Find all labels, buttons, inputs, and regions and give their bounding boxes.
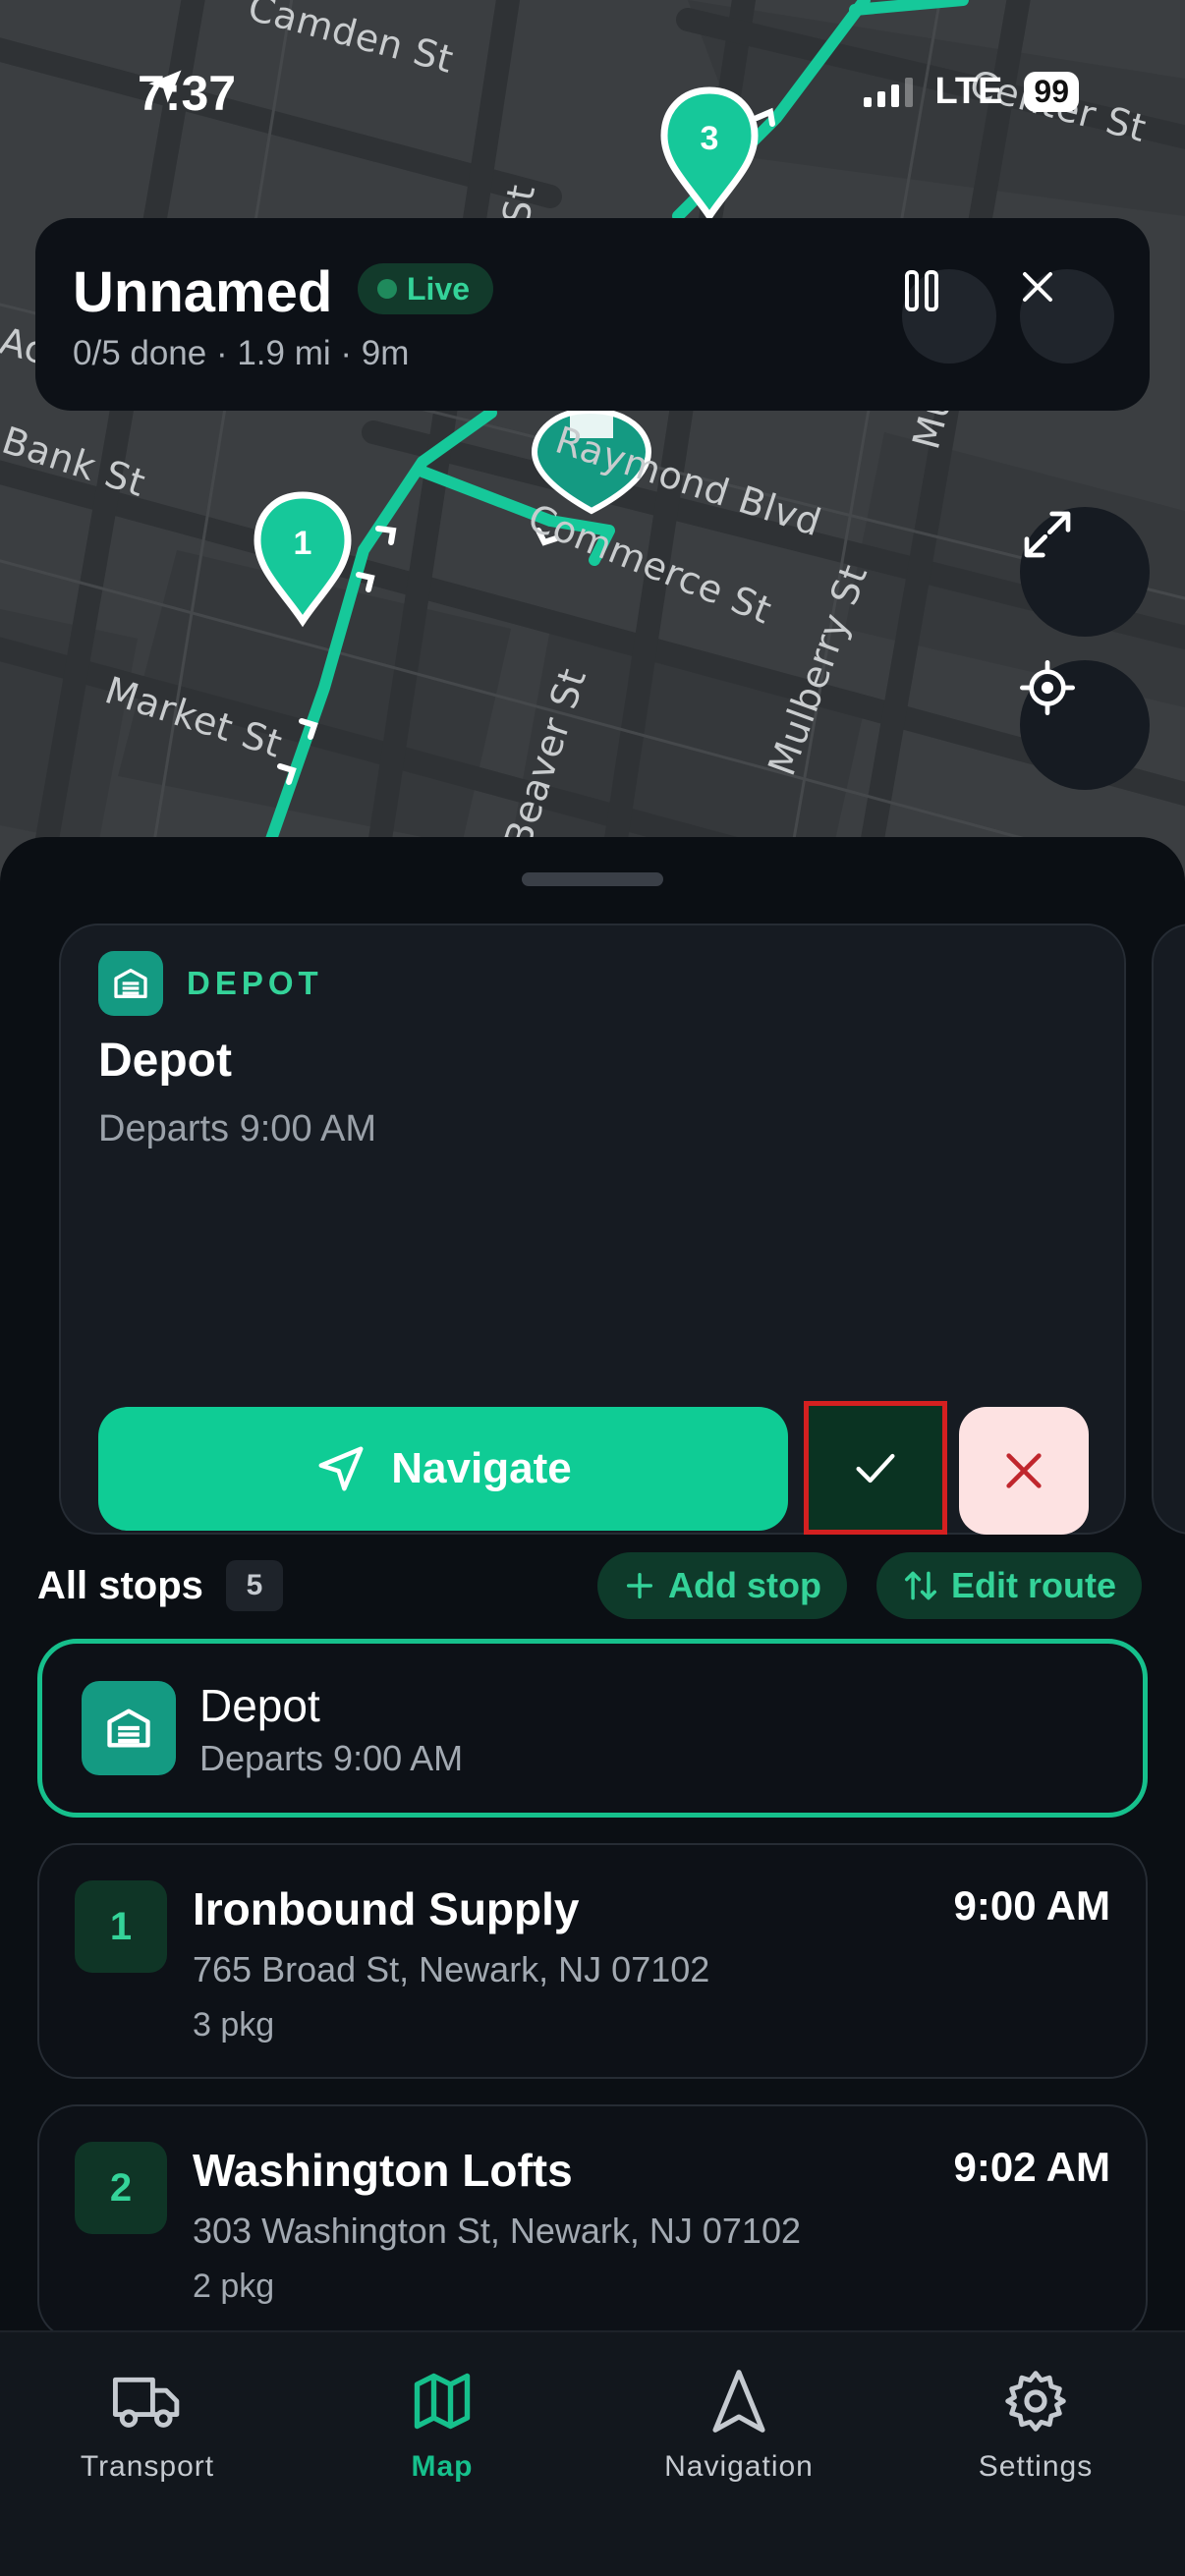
live-label: Live — [407, 271, 471, 307]
edit-route-button[interactable]: Edit route — [876, 1552, 1142, 1619]
close-icon — [1006, 1453, 1042, 1488]
stop-name: Washington Lofts — [193, 2145, 573, 2196]
app-root: Camden St Bank St Market St Raymond Blvd… — [0, 0, 1185, 2576]
tab-navigation[interactable]: Navigation — [621, 2362, 857, 2484]
stops-title: All stops — [37, 1564, 203, 1607]
stop-eta: 9:00 AM — [953, 1882, 1111, 1929]
crosshair-icon — [1020, 660, 1075, 715]
stop-address: 303 Washington St, Newark, NJ 07102 — [193, 2211, 801, 2251]
status-indicators: LTE 99 — [864, 71, 1079, 113]
trip-header-card: Unnamed Live 0/5 done · 1.9 mi · 9m — [35, 218, 1150, 411]
stop-list-item-depot[interactable]: Depot Departs 9:00 AM — [37, 1639, 1148, 1818]
stop-map-marker[interactable]: 1 — [252, 489, 354, 629]
gear-icon — [918, 2362, 1154, 2440]
stops-header: All stops 5 Add stop Edit route — [37, 1548, 1148, 1627]
stop-address: 765 Broad St, Newark, NJ 07102 — [193, 1949, 710, 1989]
stop-type-tag: DEPOT — [187, 965, 323, 1001]
skip-stop-button[interactable] — [959, 1407, 1089, 1535]
bottom-tab-bar: Transport Map Navigation Settings — [0, 2330, 1185, 2576]
tab-label: Settings — [978, 2450, 1094, 2483]
mark-done-button[interactable] — [804, 1401, 947, 1535]
bottom-sheet: DEPOT Depot Departs 9:00 AM Navigate All… — [0, 837, 1185, 2340]
stop-number-badge: 1 — [75, 1880, 167, 1973]
stop-name: Depot — [199, 1680, 320, 1731]
map-view[interactable]: Camden St Bank St Market St Raymond Blvd… — [0, 0, 1185, 884]
edit-route-label: Edit route — [951, 1565, 1116, 1605]
stops-count-badge: 5 — [226, 1560, 283, 1611]
pause-icon — [905, 270, 938, 311]
tab-settings[interactable]: Settings — [918, 2362, 1154, 2484]
stop-number-badge: 2 — [75, 2142, 167, 2234]
live-dot-icon — [377, 279, 397, 299]
tab-label: Transport — [80, 2450, 215, 2483]
stop-map-marker[interactable]: 3 — [658, 84, 761, 224]
tab-label: Navigation — [664, 2450, 814, 2483]
plus-icon — [626, 1572, 653, 1599]
stop-name: Ironbound Supply — [193, 1883, 580, 1934]
next-stop-card-peek[interactable] — [1152, 924, 1185, 1535]
pause-button[interactable] — [902, 269, 996, 364]
battery-level: 99 — [1024, 72, 1079, 112]
tab-label: Map — [411, 2450, 474, 2483]
swap-vertical-icon — [905, 1571, 936, 1600]
current-stop-name: Depot — [98, 1035, 232, 1087]
stop-subtitle: Departs 9:00 AM — [199, 1738, 464, 1778]
signal-icon — [864, 77, 914, 107]
close-trip-button[interactable] — [1020, 269, 1114, 364]
navigation-arrow-icon — [318, 1446, 364, 1491]
add-stop-label: Add stop — [668, 1565, 821, 1605]
navigate-label: Navigate — [391, 1444, 572, 1492]
recenter-location-button[interactable] — [1020, 660, 1150, 790]
map-icon — [324, 2362, 560, 2440]
marker-label: 3 — [700, 120, 719, 157]
network-label: LTE — [934, 71, 1003, 112]
stop-list-item[interactable]: 2 Washington Lofts 9:02 AM 303 Washingto… — [37, 2104, 1148, 2340]
marker-label: 1 — [293, 525, 312, 562]
current-stop-subtitle: Departs 9:00 AM — [98, 1108, 377, 1149]
status-time: 7:37 — [138, 65, 236, 122]
expand-map-button[interactable] — [1020, 507, 1150, 637]
add-stop-button[interactable]: Add stop — [597, 1552, 847, 1619]
stop-list-item[interactable]: 1 Ironbound Supply 9:00 AM 765 Broad St,… — [37, 1843, 1148, 2079]
location-arrow-icon — [148, 70, 182, 103]
stop-eta: 9:02 AM — [953, 2144, 1111, 2190]
navigation-arrow-icon — [621, 2362, 857, 2440]
trip-summary: 0/5 done · 1.9 mi · 9m — [73, 334, 410, 372]
current-stop-card: DEPOT Depot Departs 9:00 AM Navigate — [59, 924, 1126, 1535]
close-icon — [1023, 272, 1052, 302]
stop-package-count: 3 pkg — [193, 2006, 275, 2044]
checkmark-icon — [856, 1453, 895, 1484]
stop-package-count: 2 pkg — [193, 2268, 275, 2305]
trip-title: Unnamed — [73, 260, 333, 324]
warehouse-icon — [98, 951, 163, 1016]
live-badge: Live — [358, 263, 494, 314]
truck-icon — [29, 2362, 265, 2440]
expand-icon — [1024, 511, 1071, 558]
navigate-button[interactable]: Navigate — [98, 1407, 788, 1531]
sheet-grabber-handle[interactable] — [522, 872, 663, 886]
warehouse-icon — [82, 1681, 176, 1775]
tab-transport[interactable]: Transport — [29, 2362, 265, 2484]
tab-map[interactable]: Map — [324, 2362, 560, 2484]
